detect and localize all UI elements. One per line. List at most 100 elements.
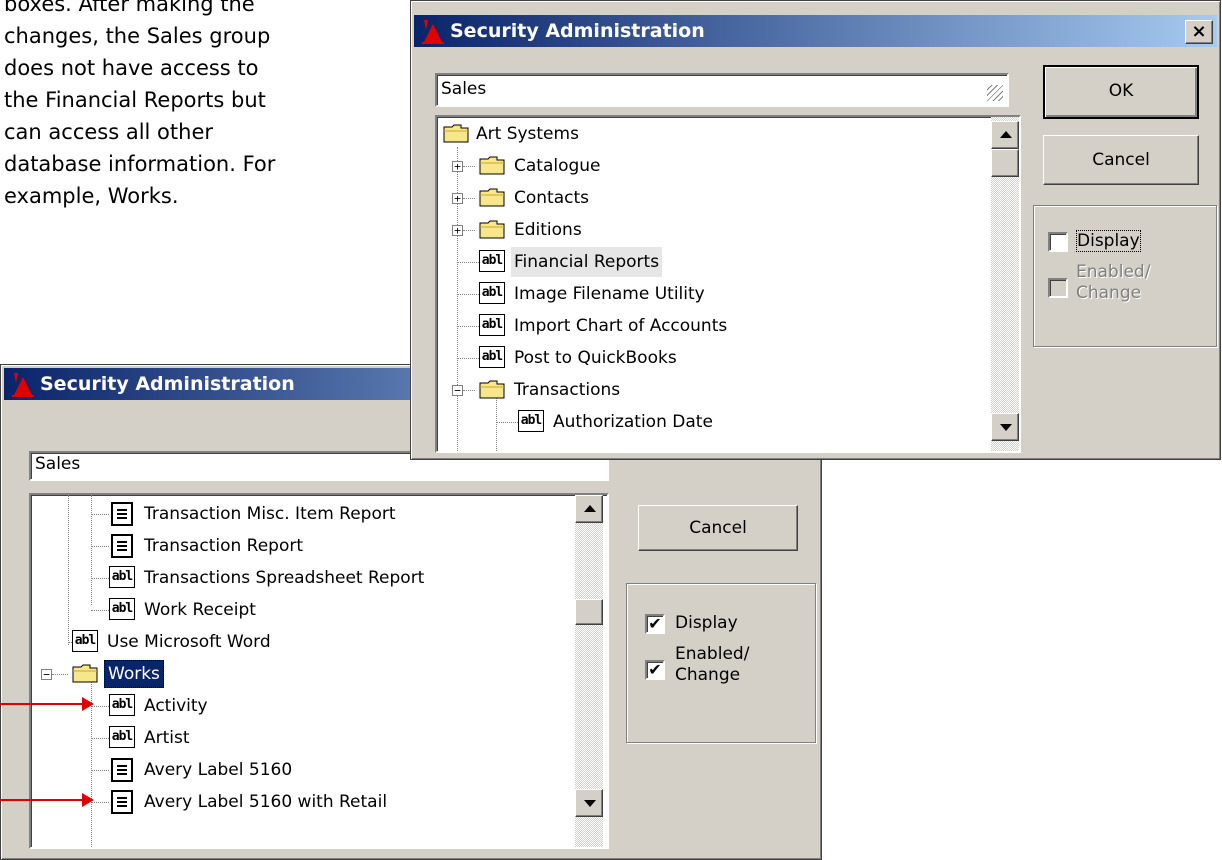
title-bar[interactable]: Security Administration × [414,15,1217,47]
collapse-icon[interactable]: − [452,385,463,396]
scroll-thumb[interactable] [575,599,603,625]
group-name-value: Sales [441,79,487,99]
annotation-arrow-avery-retail [0,793,94,807]
security-admin-dialog-front: Security Administration × Sales Art Syst… [410,0,1221,460]
caption-line: can access all other [4,120,213,144]
tree-item[interactable]: abl Transactions Spreadsheet Report [31,563,581,593]
tree-item-label: Art Systems [476,124,579,144]
change-label-line: Change [1076,283,1142,303]
tree-item-label: Transactions [514,380,621,400]
tree-branch-line [457,294,479,295]
enabled-change-checkbox[interactable]: ✔ [645,660,665,680]
tree-branch-line [457,358,479,359]
tree-item[interactable]: abl Work Receipt [31,595,581,625]
tree-branch-line [457,326,479,327]
tree-branch-line [463,166,475,167]
close-button[interactable]: × [1185,20,1213,44]
tree-item-label: Post to QuickBooks [514,348,677,368]
tree-item-label: Authorization Date [553,412,713,432]
tree-item-label: Contacts [514,188,589,208]
form-icon: abl [479,250,505,272]
expand-icon[interactable]: + [452,193,463,204]
caption-line: does not have access to [4,56,259,80]
tree-branch-line [463,198,475,199]
form-icon: abl [479,314,505,336]
tree-item-label: Avery Label 5160 [144,760,293,780]
tree-item[interactable]: abl Authorization Date [437,407,997,437]
permission-group: ✔ Display ✔ Enabled/ Change [626,583,816,743]
tree-branch-line [91,546,109,547]
form-icon: abl [479,282,505,304]
ok-button[interactable]: OK [1043,65,1199,119]
scroll-thumb[interactable] [991,149,1019,177]
close-icon: × [1191,21,1207,42]
tree-branch-line [91,610,109,611]
permissions-tree[interactable]: Art Systems + Catalogue + Contacts + Edi… [435,115,1021,453]
permissions-tree[interactable]: Transaction Misc. Item Report Transactio… [29,493,609,849]
cancel-button[interactable]: Cancel [638,505,798,551]
dialog-title: Security Administration [450,20,705,42]
dialog-title: Security Administration [40,373,295,395]
scroll-up-button[interactable] [991,121,1019,149]
report-icon [111,758,133,782]
form-icon: abl [109,726,135,748]
tree-item-label: Transaction Report [144,536,304,556]
tree-branch-line [52,674,68,675]
tree-item[interactable]: + Catalogue [437,151,997,181]
report-icon [111,534,133,558]
tree-item[interactable]: Avery Label 5160 with Retail [31,787,581,817]
tree-item-label: Transactions Spreadsheet Report [144,568,425,588]
tree-item[interactable]: + Contacts [437,183,997,213]
tree-item[interactable]: abl Activity [31,691,581,721]
tree-item[interactable]: + Editions [437,215,997,245]
tree-item[interactable]: Transaction Report [31,531,581,561]
folder-icon [479,156,505,175]
expand-icon[interactable]: + [452,161,463,172]
tree-branch-line [463,230,475,231]
form-icon: abl [72,630,98,652]
arrow-down-icon [1000,424,1012,431]
tree-scrollbar[interactable] [991,117,1019,451]
tree-item[interactable]: Transaction Misc. Item Report [31,499,581,529]
display-checkbox[interactable] [1048,232,1068,252]
tree-scrollbar[interactable] [575,495,603,847]
arrow-up-icon [1000,131,1012,138]
tree-item[interactable]: abl Artist [31,723,581,753]
enabled-change-label: Enabled/ Change [675,644,749,686]
tree-item[interactable]: Avery Label 5160 [31,755,581,785]
tree-item[interactable]: abl Post to QuickBooks [437,343,997,373]
resize-grip-icon [987,85,1003,101]
permission-group: Display Enabled/ Change [1033,205,1217,347]
enabled-change-checkbox[interactable] [1048,278,1068,298]
change-label-line: Change [675,665,741,685]
tree-branch-line [91,578,109,579]
display-checkbox[interactable]: ✔ [645,614,665,634]
caption-line: database information. For [4,152,276,176]
tree-item[interactable]: abl Use Microsoft Word [31,627,581,657]
caption-line: boxes. After making the [4,0,255,16]
collapse-icon[interactable]: − [41,669,52,680]
folder-icon [72,664,98,683]
folder-icon [443,124,469,143]
cancel-button[interactable]: Cancel [1043,135,1199,185]
arrow-up-icon [584,505,596,512]
tree-item-label: Use Microsoft Word [107,632,271,652]
tree-branch-line [463,390,475,391]
tree-item-label: Activity [144,696,208,716]
expand-icon[interactable]: + [452,225,463,236]
tree-item[interactable]: abl Import Chart of Accounts [437,311,997,341]
scroll-up-button[interactable] [575,495,603,523]
tree-item[interactable]: abl Financial Reports [437,247,997,277]
tree-item[interactable]: abl Image Filename Utility [437,279,997,309]
folder-icon [479,220,505,239]
caption-line: changes, the Sales group [4,24,271,48]
scroll-down-button[interactable] [575,789,603,817]
tree-item-label: Transaction Misc. Item Report [144,504,396,524]
tree-item[interactable]: − Works [31,659,581,689]
scroll-down-button[interactable] [991,413,1019,441]
tree-item[interactable]: − Transactions [437,375,997,405]
form-icon: abl [109,566,135,588]
tree-item[interactable]: Art Systems [437,119,997,149]
group-name-field[interactable]: Sales [435,73,1009,107]
form-icon: abl [109,598,135,620]
